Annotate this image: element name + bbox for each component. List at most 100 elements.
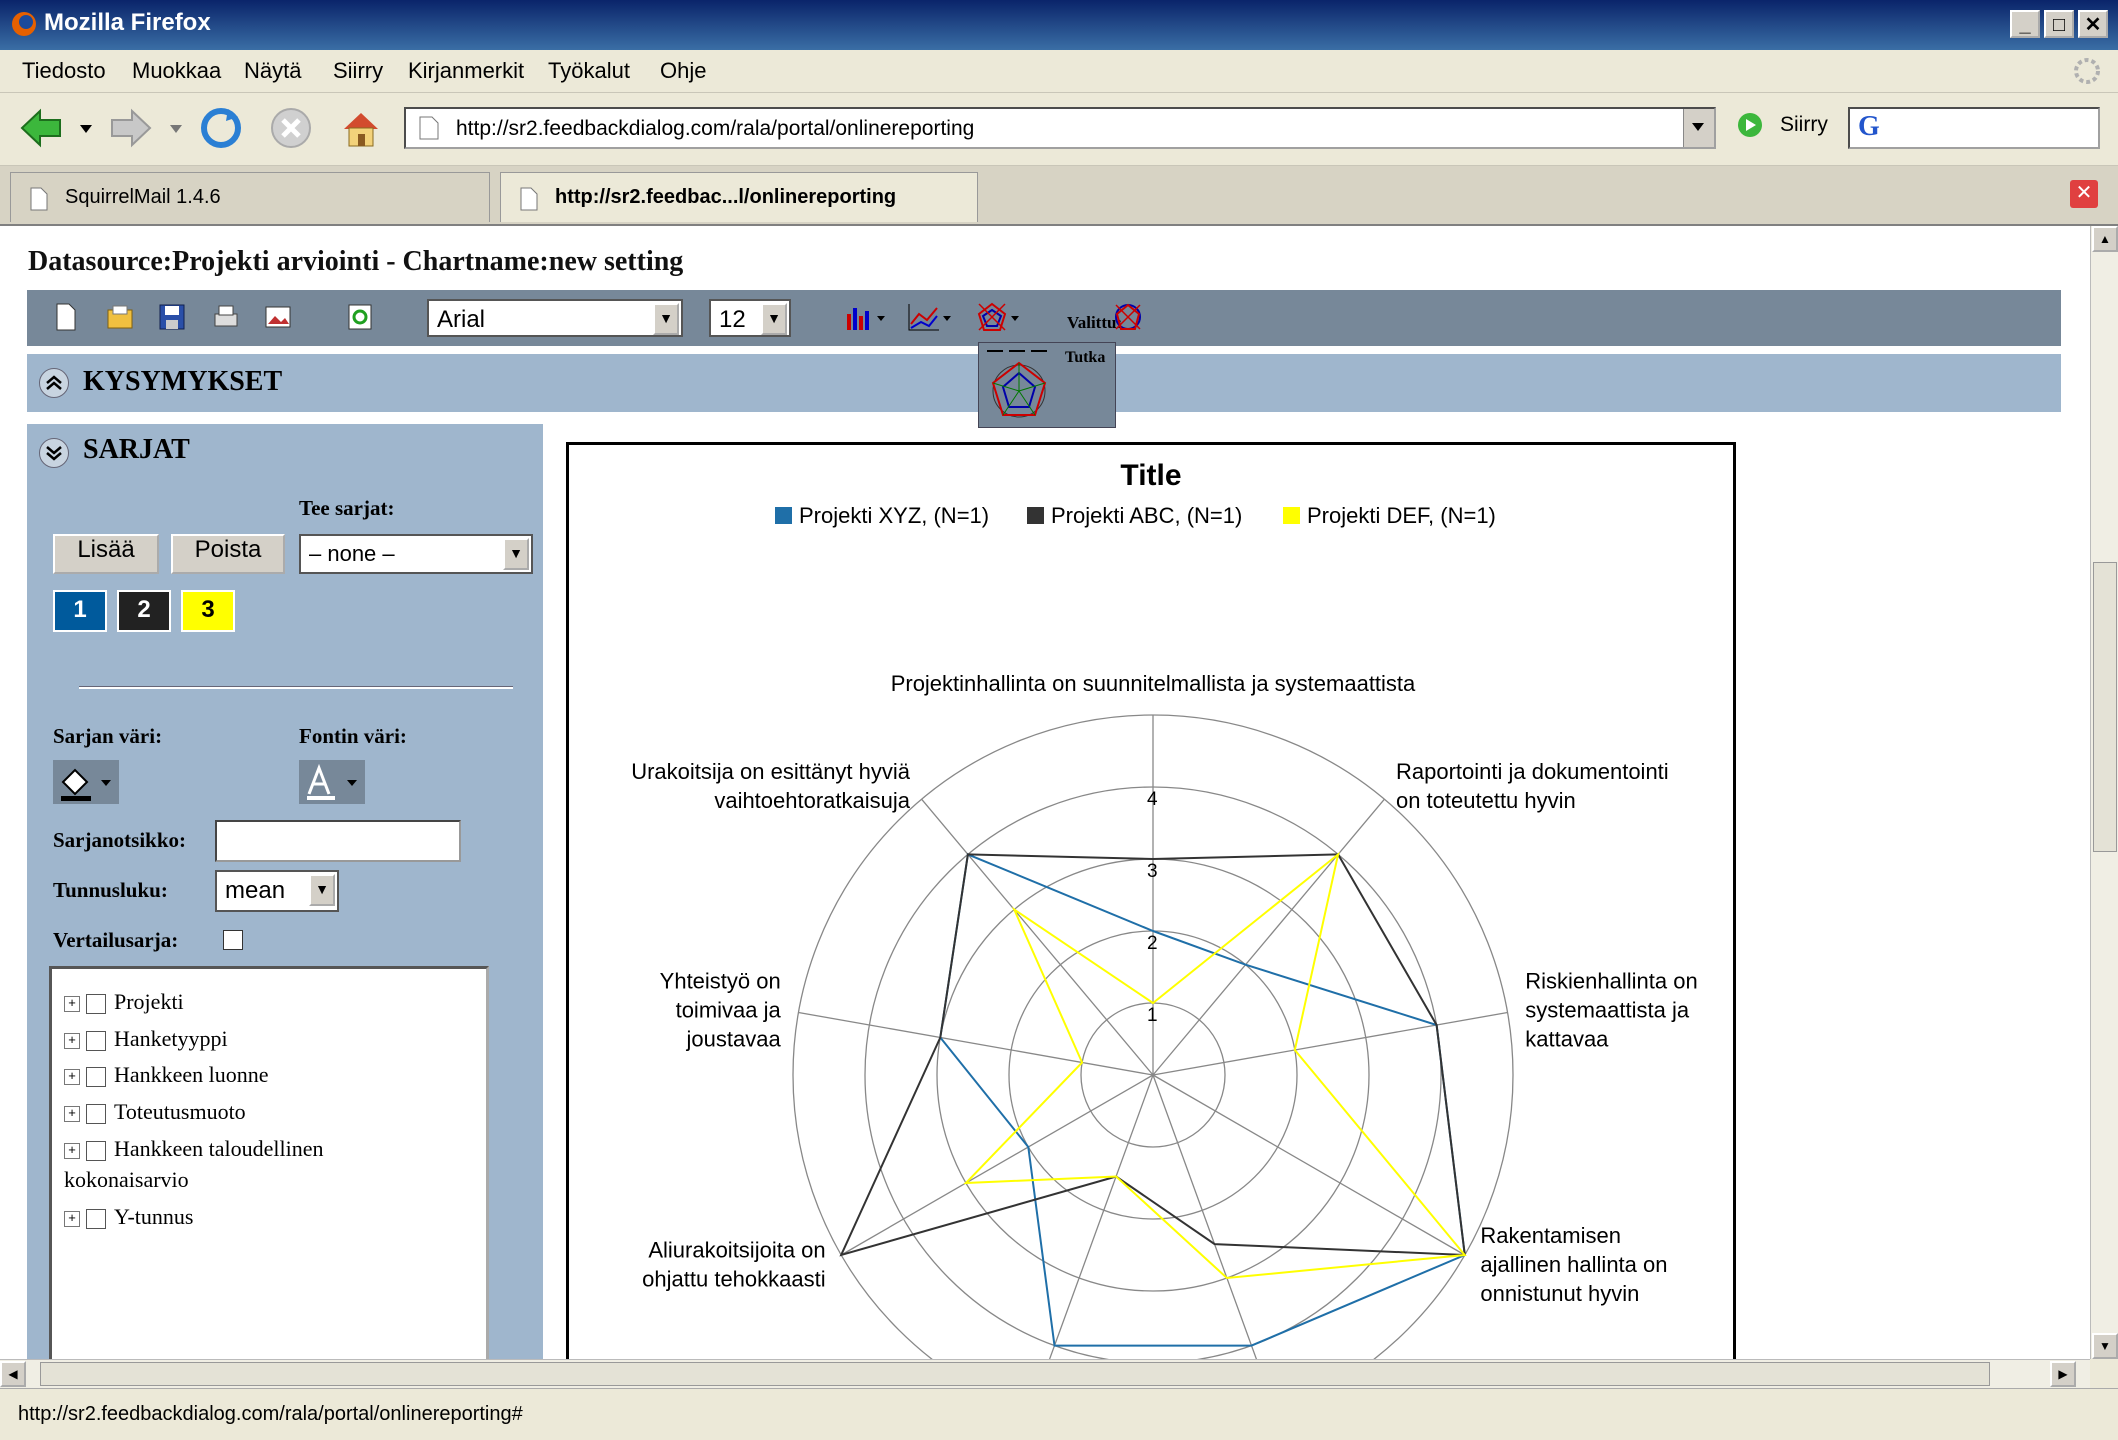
radar-chart-icon[interactable] <box>977 302 1023 332</box>
divider <box>79 686 513 689</box>
sarjat-title: SARJAT <box>83 434 190 465</box>
tree-item-y-tunnus[interactable]: + Y-tunnus <box>64 1204 193 1230</box>
font-select[interactable]: Arial ▼ <box>427 299 683 337</box>
font-select-value: Arial <box>437 306 486 333</box>
tee-sarjat-select[interactable]: – none – ▼ <box>299 534 533 574</box>
remove-series-button[interactable]: Poista <box>171 534 285 574</box>
tree-item-hankkeen-taloudellinen-kokonaisarvio[interactable]: + Hankkeen taloudellinen <box>64 1136 324 1162</box>
expand-icon[interactable]: + <box>64 1032 80 1049</box>
page-icon <box>419 116 439 140</box>
expand-icon[interactable]: + <box>64 1210 80 1227</box>
tree-checkbox[interactable] <box>86 1066 106 1087</box>
menu-tiedosto[interactable]: Tiedosto <box>22 58 106 84</box>
minimize-button[interactable]: _ <box>2010 10 2040 38</box>
tree-checkbox[interactable] <box>86 1208 106 1229</box>
tee-sarjat-value: – none – <box>309 541 395 566</box>
axis-label: vaihtoehtoratkaisuja <box>714 788 910 813</box>
tree-checkbox[interactable] <box>86 1030 106 1051</box>
chevron-down-icon: ▼ <box>309 874 335 906</box>
forward-arrow-icon[interactable] <box>108 105 154 151</box>
new-document-icon[interactable] <box>51 302 81 332</box>
tab-label: SquirrelMail 1.4.6 <box>65 186 221 208</box>
print-icon[interactable] <box>211 302 241 332</box>
expand-icon[interactable]: + <box>64 1142 80 1159</box>
url-text: http://sr2.feedbackdialog.com/rala/porta… <box>456 117 975 140</box>
legend-label: Projekti ABC, (N=1) <box>1051 503 1242 528</box>
font-size-select[interactable]: 12 ▼ <box>709 299 791 337</box>
statistic-label: Tunnusluku: <box>53 878 168 902</box>
menu-kirjanmerkit[interactable]: Kirjanmerkit <box>408 58 524 84</box>
collapse-icon[interactable] <box>39 368 69 398</box>
collapse-icon[interactable] <box>39 438 69 468</box>
forward-dropdown-icon[interactable] <box>170 125 182 135</box>
font-color-button[interactable] <box>299 760 365 804</box>
export-image-icon[interactable] <box>263 302 293 332</box>
scroll-up-button[interactable]: ▲ <box>2092 226 2118 252</box>
chart-type-popup[interactable]: Tutka <box>978 342 1116 428</box>
menu-siirry[interactable]: Siirry <box>333 58 383 84</box>
add-series-button[interactable]: Lisää <box>53 534 159 574</box>
refresh-icon[interactable] <box>345 302 375 332</box>
axis-label: Projektinhallinta on suunnitelmallista j… <box>891 671 1416 696</box>
axis-label: kattavaa <box>1525 1026 1609 1051</box>
close-window-button[interactable]: ✕ <box>2078 10 2108 38</box>
stop-icon[interactable] <box>268 105 314 151</box>
scroll-thumb[interactable] <box>2093 562 2117 852</box>
comparison-series-checkbox[interactable] <box>223 930 243 950</box>
tick-label: 3 <box>1147 861 1158 882</box>
series-color-button[interactable] <box>53 760 119 804</box>
bar-chart-icon[interactable] <box>843 302 887 332</box>
search-input[interactable]: G <box>1848 107 2100 149</box>
expand-icon[interactable]: + <box>64 1068 80 1085</box>
reload-icon[interactable] <box>198 105 244 151</box>
horizontal-scrollbar[interactable]: ◀ ▶ <box>0 1359 2090 1388</box>
save-icon[interactable] <box>157 302 187 332</box>
tree-checkbox[interactable] <box>86 1140 106 1161</box>
series-color-label: Sarjan väri: <box>53 724 163 748</box>
url-history-dropdown[interactable] <box>1683 109 1714 147</box>
series-1-swatch[interactable]: 1 <box>53 590 107 632</box>
menu-tyokalut[interactable]: Työkalut <box>548 58 630 84</box>
menu-nayta[interactable]: Näytä <box>244 58 301 84</box>
menu-ohje[interactable]: Ohje <box>660 58 706 84</box>
series-title-input[interactable] <box>215 820 461 862</box>
close-tab-icon[interactable]: ✕ <box>2070 180 2098 208</box>
series-3-swatch[interactable]: 3 <box>181 590 235 632</box>
line-chart-icon[interactable] <box>907 302 955 332</box>
tree-item-label-continued: kokonaisarvio <box>64 1167 189 1192</box>
url-bar[interactable]: http://sr2.feedbackdialog.com/rala/porta… <box>404 107 1716 149</box>
radar-option-icon[interactable] <box>983 347 1059 423</box>
axis-label: onnistunut hyvin <box>1480 1281 1639 1306</box>
tree-checkbox[interactable] <box>86 993 106 1014</box>
maximize-button[interactable]: □ <box>2044 10 2074 38</box>
tree-item-toteutusmuoto[interactable]: + Toteutusmuoto <box>64 1099 246 1125</box>
tab-squirrelmail[interactable]: SquirrelMail 1.4.6 <box>10 172 490 222</box>
expand-icon[interactable]: + <box>64 995 80 1012</box>
scroll-down-button[interactable]: ▼ <box>2092 1333 2118 1359</box>
back-arrow-icon[interactable] <box>18 105 64 151</box>
expand-icon[interactable]: + <box>64 1105 80 1122</box>
open-folder-icon[interactable] <box>105 302 135 332</box>
radar-chart: Title Projekti XYZ, (N=1) Projekti ABC, (N… <box>631 459 1698 1359</box>
tree-item-hankkeen-luonne[interactable]: + Hankkeen luonne <box>64 1062 269 1088</box>
tree-checkbox[interactable] <box>86 1103 106 1124</box>
scroll-right-button[interactable]: ▶ <box>2050 1361 2076 1387</box>
chart-area: Title Projekti XYZ, (N=1) Projekti ABC, (N… <box>566 442 1736 1359</box>
page-icon <box>30 187 48 211</box>
axis-spoke <box>1152 1074 1258 1359</box>
scroll-thumb[interactable] <box>40 1362 1990 1386</box>
vertical-scrollbar[interactable]: ▲ ▼ <box>2090 226 2118 1359</box>
scroll-left-button[interactable]: ◀ <box>0 1361 26 1387</box>
home-icon[interactable] <box>338 105 384 151</box>
statistic-select[interactable]: mean ▼ <box>215 870 339 912</box>
tree-item-label: Projekti <box>114 989 184 1014</box>
back-dropdown-icon[interactable] <box>80 125 92 135</box>
series-2-swatch[interactable]: 2 <box>117 590 171 632</box>
tab-onlinereporting[interactable]: http://sr2.feedbac...l/onlinereporting <box>500 172 978 222</box>
menu-muokkaa[interactable]: Muokkaa <box>132 58 221 84</box>
chart-title: Title <box>1120 459 1181 492</box>
tree-item-label: Hankkeen luonne <box>114 1062 269 1087</box>
search-engine-icon: G <box>1858 111 1880 142</box>
tree-item-hanketyyppi[interactable]: + Hanketyyppi <box>64 1026 228 1052</box>
tree-item-projekti[interactable]: + Projekti <box>64 989 184 1015</box>
